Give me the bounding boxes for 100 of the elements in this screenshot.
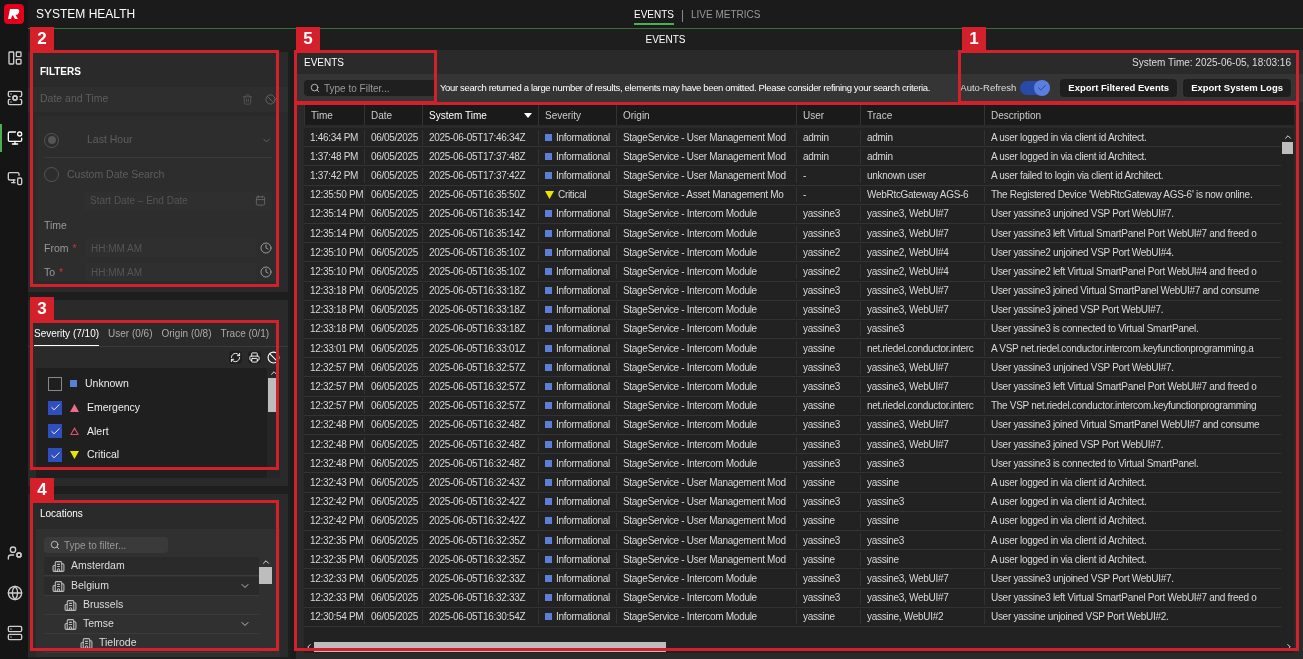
building-icon: [80, 636, 93, 650]
scroll-up-icon[interactable]: [1282, 132, 1293, 142]
table-cell-text: 12:32:33 PM: [309, 571, 364, 586]
table-cell-text: 12:33:18 PM: [309, 284, 364, 299]
table-cell: yassine3: [796, 590, 860, 606]
table-cell: StageService - User Management Mod: [616, 494, 796, 510]
table-cell: Informational: [538, 532, 616, 548]
search-icon: [50, 540, 60, 550]
tree-item[interactable]: Tielrode: [44, 634, 259, 653]
callout-number: 4: [30, 478, 54, 501]
location-label: Amsterdam: [71, 558, 126, 574]
scroll-up-icon[interactable]: [260, 557, 271, 567]
checkbox[interactable]: [48, 376, 62, 391]
column-header[interactable]: Severity: [538, 105, 616, 125]
tree-item[interactable]: Amsterdam: [44, 557, 259, 576]
export-button[interactable]: Export Filtered Events: [1060, 79, 1178, 97]
field-label: To: [44, 264, 56, 280]
callout-number: 1: [962, 27, 986, 50]
table-cell: Informational: [538, 590, 616, 606]
table-cell: Informational: [538, 225, 616, 241]
checkbox[interactable]: [48, 424, 62, 439]
checkbox[interactable]: [48, 448, 62, 463]
table-cell: Informational: [538, 283, 616, 299]
table-cell-text: 12:32:57 PM: [309, 360, 364, 375]
scroll-thumb[interactable]: [268, 378, 279, 412]
table-cell-text: 12:35:50 PM: [309, 188, 364, 203]
refresh-icon[interactable]: [229, 351, 242, 364]
table-cell: Informational: [538, 455, 616, 471]
table-cell: yassine3: [796, 379, 860, 395]
checkbox[interactable]: [48, 400, 62, 415]
table-cell: 06/05/2025: [364, 167, 422, 183]
table-cell-text: 1:37:48 PM: [309, 149, 360, 164]
building-icon: [52, 559, 65, 573]
tree-item[interactable]: Temse: [44, 615, 259, 634]
table-cell: Critical: [538, 187, 616, 203]
table-cell: yassine3, WebUI#7: [860, 590, 984, 606]
table-cell: -: [796, 167, 860, 183]
table-cell: yassine3: [796, 494, 860, 510]
location-label: Tielrode: [99, 635, 138, 651]
table-cell: StageService - Intercom Module: [616, 321, 796, 337]
table-cell: yassine3: [796, 532, 860, 548]
location-label: Temse: [83, 616, 115, 632]
column-header[interactable]: User: [796, 105, 860, 125]
filter-tab[interactable]: Severity (7/10): [34, 326, 100, 346]
column-header[interactable]: System Time: [422, 105, 538, 125]
table-cell: yassine3: [796, 321, 860, 337]
table-cell: 2025-06-05T16:30:54Z: [422, 609, 538, 625]
severity-label: Alert: [87, 423, 109, 439]
column-header[interactable]: Time: [304, 105, 364, 125]
table-cell: 2025-06-05T16:32:48Z: [422, 417, 538, 433]
table-cell: yassine: [860, 474, 984, 490]
table-cell: yassine3: [796, 225, 860, 241]
printer-icon[interactable]: [248, 351, 261, 364]
table-cell: StageService - User Management Mod: [616, 551, 796, 567]
scroll-thumb[interactable]: [1282, 142, 1293, 154]
table-cell: yassine3, WebUI#7: [860, 206, 984, 222]
table-cell-text: 1:37:42 PM: [309, 168, 360, 183]
table-cell: 2025-06-05T16:35:14Z: [422, 225, 538, 241]
auto-refresh-toggle[interactable]: [1020, 80, 1051, 96]
table-cell: yassine3: [860, 321, 984, 337]
scroll-up-icon[interactable]: [268, 368, 279, 378]
table-cell: The VSP net.riedel.conductor.intercom.keyfunctionprogramming: [984, 398, 1281, 414]
column-header[interactable]: Trace: [860, 105, 984, 125]
time-label: Time: [44, 217, 68, 233]
table-cell-text: 12:33:18 PM: [309, 303, 364, 318]
table-cell: 2025-06-05T16:32:48Z: [422, 455, 538, 471]
scroll-thumb[interactable]: [314, 642, 666, 652]
table-cell: User yassine3 left Virtual SmartPanel Port WebUI#7 and freed o: [984, 225, 1281, 241]
column-header[interactable]: Origin: [616, 105, 796, 125]
top-tab[interactable]: LIVE METRICS: [691, 7, 761, 25]
table-cell: StageService - Intercom Module: [616, 417, 796, 433]
table-cell: yassine2, WebUI#4: [860, 244, 984, 260]
table-cell: admin: [860, 129, 984, 145]
table-cell: 06/05/2025: [364, 455, 422, 471]
panel-title: Locations: [39, 507, 84, 521]
table-cell-text: 12:32:35 PM: [309, 552, 364, 567]
panel-title: FILTERS: [39, 65, 82, 79]
export-button[interactable]: Export System Logs: [1183, 79, 1291, 97]
column-header[interactable]: Description: [984, 105, 1294, 125]
table-cell: A user logged in via client id Architect.: [984, 474, 1281, 490]
top-tab[interactable]: EVENTS: [634, 7, 674, 25]
table-cell: StageService - Intercom Module: [616, 225, 796, 241]
location-label: Brussels: [83, 597, 125, 613]
table-cell: Informational: [538, 474, 616, 490]
scroll-thumb[interactable]: [259, 567, 272, 584]
table-cell: yassine3: [796, 436, 860, 452]
table-cell-text: 12:35:10 PM: [309, 264, 364, 279]
table-cell: Informational: [538, 570, 616, 586]
filter-tab[interactable]: Origin (0/8): [161, 326, 212, 346]
tree-item[interactable]: Brussels: [44, 596, 259, 615]
severity-label: Critical: [87, 447, 120, 463]
filter-tab[interactable]: User (0/6): [108, 326, 153, 346]
filter-tab[interactable]: Trace (0/1): [220, 326, 270, 346]
column-header[interactable]: Date: [364, 105, 422, 125]
table-cell-text: 12:35:14 PM: [309, 226, 364, 241]
table-cell-text: 12:32:33 PM: [309, 591, 364, 606]
table-cell: 06/05/2025: [364, 129, 422, 145]
table-cell: yassine: [796, 513, 860, 529]
tree-item[interactable]: Belgium: [44, 577, 259, 596]
table-cell: 06/05/2025: [364, 532, 422, 548]
